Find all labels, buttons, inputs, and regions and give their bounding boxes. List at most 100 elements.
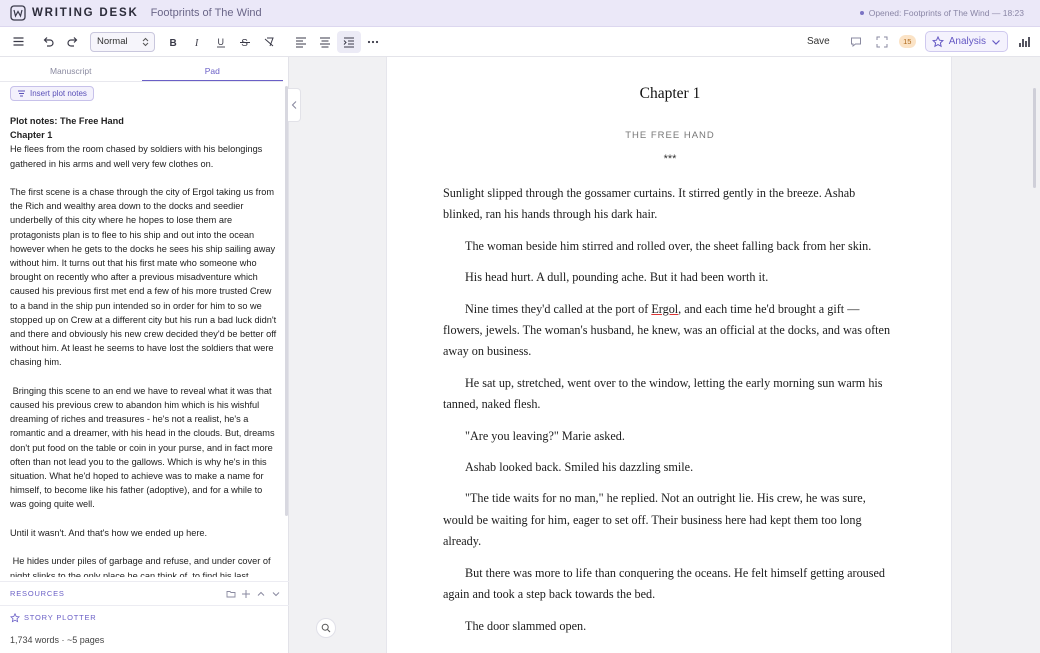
tab-pad[interactable]: Pad	[141, 57, 283, 81]
pad-paragraph: The first scene is a chase through the c…	[10, 187, 277, 368]
undo-icon	[42, 35, 55, 48]
star-icon	[10, 612, 20, 623]
svg-text:U: U	[218, 37, 225, 47]
redo-button[interactable]	[60, 31, 84, 53]
chevron-down-icon[interactable]	[271, 589, 281, 599]
manuscript-paragraph: He sat up, stretched, went over to the w…	[443, 375, 883, 412]
pad-chapter: Chapter 1	[10, 130, 53, 141]
italic-button[interactable]: I	[185, 31, 209, 53]
chevron-up-icon[interactable]	[256, 589, 266, 599]
indent-icon	[343, 36, 355, 48]
writing-desk-logo-icon	[10, 5, 26, 21]
manuscript-body[interactable]: Sunlight slipped through the gossamer cu…	[443, 183, 893, 647]
document-title[interactable]: Footprints of The Wind	[151, 7, 262, 19]
paragraph-text: Nine times they'd called at the port of	[465, 301, 652, 316]
clear-format-icon	[263, 36, 275, 48]
expand-icon	[876, 36, 888, 48]
hamburger-icon	[12, 35, 25, 48]
manuscript-paragraph: Nine times they'd called at the port of …	[443, 299, 893, 363]
star-icon	[931, 35, 944, 48]
bold-button[interactable]: B	[161, 31, 185, 53]
pad-paragraph: He hides under piles of garbage and refu…	[10, 556, 274, 577]
updown-chevron-icon	[142, 37, 149, 47]
paragraph-style-value: Normal	[97, 36, 128, 47]
pad-title: Plot notes: The Free Hand	[10, 116, 124, 126]
italic-icon: I	[191, 36, 203, 48]
tab-manuscript[interactable]: Manuscript	[0, 57, 142, 81]
indent-button[interactable]	[337, 30, 361, 53]
spellcheck-flag[interactable]: Ergol	[651, 302, 678, 316]
pad-paragraph: Until it wasn't. And that's how we ended…	[10, 527, 208, 538]
align-center-button[interactable]	[313, 31, 337, 53]
left-panel: Manuscript Pad Insert plot notes Plot no…	[0, 57, 289, 653]
folder-icon[interactable]	[226, 589, 236, 599]
chapter-subtitle: THE FREE HAND	[625, 130, 715, 141]
underline-button[interactable]: U	[209, 31, 233, 53]
bold-icon: B	[167, 36, 179, 48]
manuscript-paragraph: "Are you leaving?" Marie asked.	[465, 428, 625, 443]
manuscript-paragraph: But there was more to life than conqueri…	[443, 565, 885, 602]
pad-textarea[interactable]: Plot notes: The Free Hand Chapter 1 He f…	[10, 114, 278, 577]
chapter-title: Chapter 1	[639, 85, 701, 102]
app-name: WRITING DESK	[32, 7, 139, 19]
editor-toolbar: Normal B I U S Save 15 Analysis	[0, 27, 1040, 57]
insert-plot-notes-button[interactable]: Insert plot notes	[10, 86, 94, 101]
manuscript-paragraph: Sunlight slipped through the gossamer cu…	[443, 186, 856, 222]
strikethrough-button[interactable]: S	[233, 31, 257, 53]
app-logo[interactable]: WRITING DESK	[10, 5, 139, 21]
clear-format-button[interactable]	[257, 31, 281, 53]
align-center-icon	[319, 36, 331, 48]
plus-icon[interactable]	[241, 589, 251, 599]
chevron-left-icon	[291, 100, 298, 110]
analysis-label: Analysis	[948, 36, 986, 47]
editor-scrollbar[interactable]	[1033, 88, 1036, 188]
fullscreen-button[interactable]	[870, 31, 894, 53]
more-horizontal-icon	[367, 36, 379, 48]
resources-section[interactable]: RESOURCES	[0, 581, 289, 605]
manuscript-paragraph: Ashab looked back. Smiled his dazzling s…	[465, 460, 694, 475]
manuscript-paragraph: His head hurt. A dull, pounding ache. Bu…	[465, 270, 769, 285]
collapse-panel-button[interactable]	[288, 88, 301, 122]
stats-button[interactable]	[1012, 31, 1036, 53]
manuscript-paragraph: "The tide waits for no man," he replied.…	[443, 491, 866, 549]
comments-count-badge[interactable]: 15	[898, 35, 916, 48]
bar-chart-icon	[1018, 36, 1030, 48]
analysis-button[interactable]: Analysis	[924, 31, 1008, 52]
search-button[interactable]	[316, 618, 336, 638]
chevron-down-icon	[991, 37, 1001, 47]
undo-button[interactable]	[36, 31, 60, 53]
manuscript-paragraph: The door slammed open.	[465, 618, 587, 633]
opened-status: Opened: Footprints of The Wind — 18:23	[859, 8, 1024, 18]
scene-separator: ***	[663, 153, 677, 165]
list-filter-icon	[17, 89, 26, 98]
pad-paragraph: Bringing this scene to an end we have to…	[10, 385, 278, 510]
status-dot-icon	[859, 11, 864, 15]
save-button[interactable]: Save	[807, 36, 830, 47]
story-plotter-title: STORY PLOTTER	[24, 613, 97, 622]
title-bar: WRITING DESK Footprints of The Wind Open…	[0, 0, 1040, 27]
resources-title: RESOURCES	[10, 589, 65, 598]
story-plotter-section[interactable]: STORY PLOTTER	[0, 605, 289, 629]
opened-status-text: Opened: Footprints of The Wind — 18:23	[868, 8, 1024, 18]
strikethrough-icon: S	[239, 36, 251, 48]
insert-plot-notes-label: Insert plot notes	[30, 89, 87, 98]
magnifier-icon	[321, 623, 331, 633]
pad-scrollbar[interactable]	[285, 86, 288, 516]
more-options-button[interactable]	[361, 31, 385, 53]
paragraph-style-select[interactable]: Normal	[90, 31, 155, 52]
panel-tabs: Manuscript Pad	[0, 57, 283, 82]
manuscript-paragraph: The woman beside him stirred and rolled …	[465, 238, 872, 253]
resources-actions	[221, 589, 281, 599]
word-count: 1,734 words · ~5 pages	[10, 635, 105, 645]
underline-icon: U	[215, 36, 227, 48]
editor-page[interactable]: Chapter 1 THE FREE HAND *** Sunlight sli…	[386, 57, 952, 653]
comments-button[interactable]	[844, 31, 868, 53]
pad-paragraph: He flees from the room chased by soldier…	[10, 144, 265, 169]
svg-text:B: B	[170, 38, 177, 48]
comment-icon	[850, 36, 862, 48]
menu-button[interactable]	[6, 31, 30, 53]
redo-icon	[66, 35, 79, 48]
svg-text:I: I	[194, 38, 199, 48]
align-left-button[interactable]	[289, 31, 313, 53]
align-left-icon	[295, 36, 307, 48]
